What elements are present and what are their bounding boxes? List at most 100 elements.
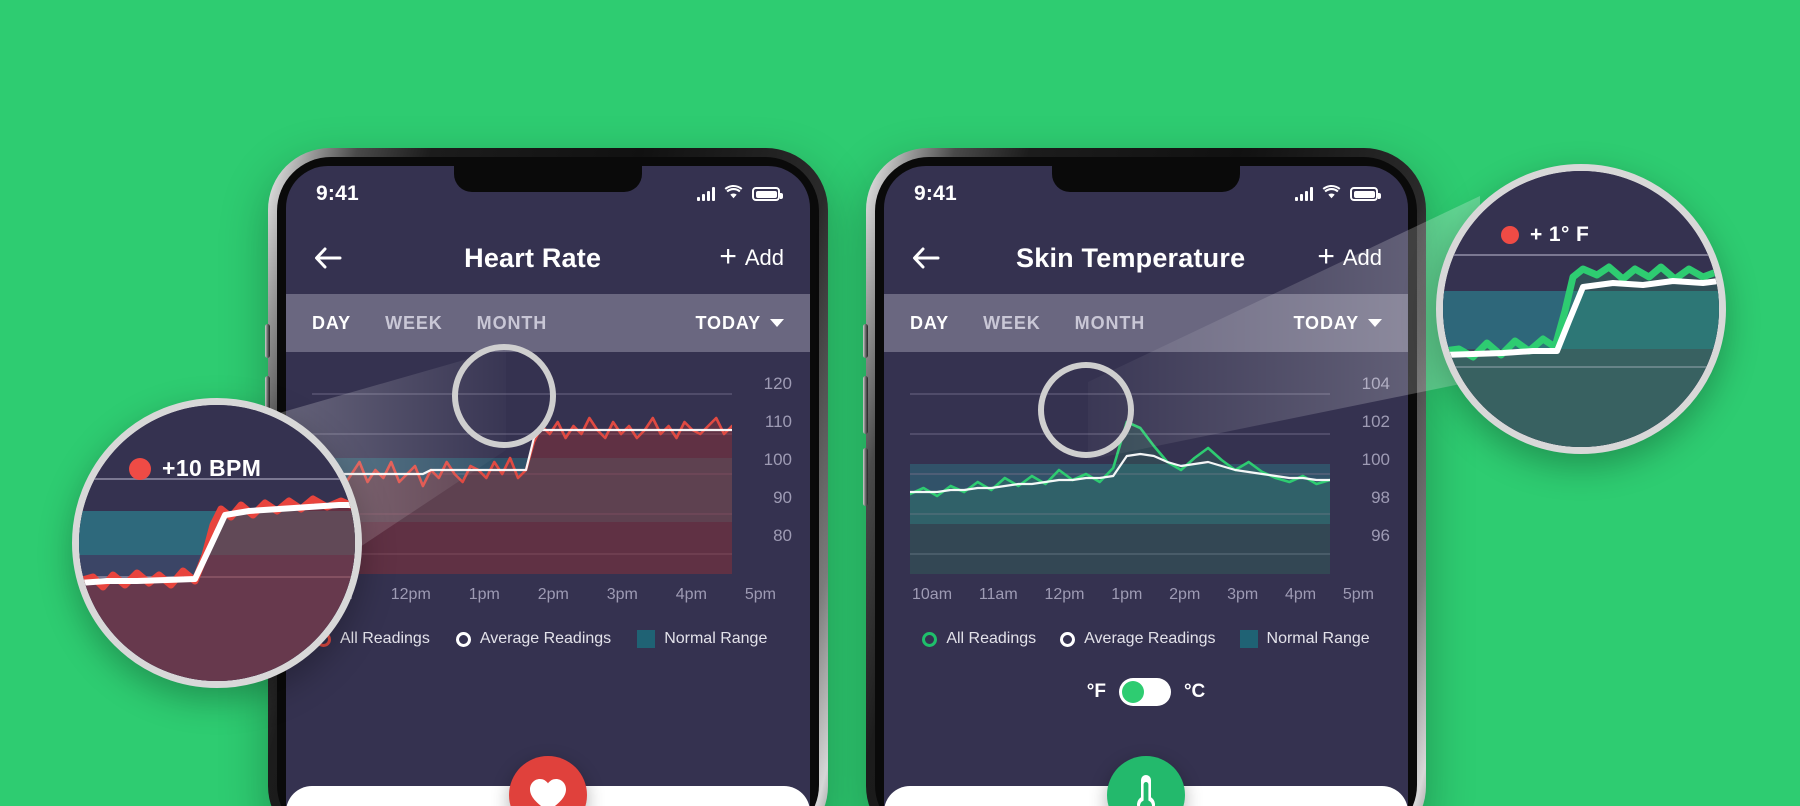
legend-marker-square-icon [1239, 630, 1258, 648]
x-tick: 2pm [537, 586, 569, 603]
tab-day[interactable]: DAY [312, 313, 351, 334]
legend-marker-ring-icon [455, 631, 471, 647]
phone-button-volume-down[interactable] [863, 448, 868, 506]
y-tick-104: 104 [1361, 374, 1390, 393]
tab-week[interactable]: WEEK [983, 313, 1041, 334]
x-tick: 2pm [1169, 586, 1201, 603]
legend-item-average-readings[interactable]: Average Readings [455, 630, 612, 648]
cellular-bars-icon [697, 187, 715, 201]
y-tick-120: 120 [763, 374, 792, 393]
magnifier-annotation-heart-rate: +10 BPM [129, 455, 261, 482]
battery-full-icon [752, 187, 783, 201]
back-arrow-icon[interactable] [910, 241, 944, 275]
legend-item-normal-range[interactable]: Normal Range [637, 630, 767, 648]
toggle-knob [1121, 681, 1144, 703]
heart-icon [530, 779, 566, 806]
legend-marker-square-icon [637, 630, 656, 648]
thermometer-icon [1137, 775, 1155, 806]
legend-item-average-readings[interactable]: Average Readings [1060, 630, 1216, 648]
notch [1052, 166, 1240, 192]
legend-item-normal-range[interactable]: Normal Range [1239, 630, 1370, 648]
plus-icon: + [719, 240, 737, 273]
y-tick-96: 96 [1371, 526, 1390, 545]
tab-bar: DAY WEEK MONTH TODAY [286, 294, 810, 352]
canvas: 9:41 Heart Rate + Add DAY WEEK MONTH TOD… [0, 0, 1800, 806]
phone-button-volume-up[interactable] [863, 376, 868, 434]
y-tick-102: 102 [1361, 412, 1390, 431]
range-selector-label: TODAY [1293, 312, 1359, 333]
range-selector-label: TODAY [695, 312, 761, 333]
legend-label: Average Readings [479, 630, 612, 647]
magnified-skin-temperature-chart [1443, 171, 1719, 447]
x-tick: 3pm [1227, 586, 1259, 603]
add-button-label: Add [1342, 245, 1382, 270]
y-tick-98: 98 [1371, 488, 1390, 507]
legend-marker-ring-icon [922, 631, 938, 647]
chevron-down-icon [1368, 319, 1382, 327]
status-time: 9:41 [914, 182, 957, 205]
annotation-dot-icon [1501, 226, 1519, 244]
unit-toggle-switch[interactable] [1118, 678, 1171, 706]
x-tick: 5pm [1342, 586, 1374, 603]
tab-group: DAY WEEK MONTH [910, 313, 1145, 334]
phone-skin-temperature: 9:41 Skin Temperature + Add DAY WEEK MON… [863, 148, 1426, 806]
y-axis-labels: 104 102 100 98 96 [1338, 364, 1394, 584]
x-tick: 5pm [744, 586, 776, 603]
legend-marker-ring-icon [1060, 631, 1076, 647]
magnifier-content [79, 405, 355, 681]
legend-label: All Readings [946, 630, 1037, 647]
thermometer-icon-fab-button[interactable] [1107, 756, 1185, 806]
notch [454, 166, 642, 192]
x-tick: 4pm [1284, 586, 1317, 603]
annotation-label: + 1° F [1530, 223, 1590, 246]
tab-month[interactable]: MONTH [477, 313, 548, 334]
tab-day[interactable]: DAY [910, 313, 949, 334]
x-tick: 12pm [390, 586, 431, 603]
magnifier-lens-heart-rate: +10 BPM [72, 398, 362, 688]
page-title: Skin Temperature [1016, 242, 1246, 273]
tab-group: DAY WEEK MONTH [312, 313, 547, 334]
add-button[interactable]: + Add [719, 240, 784, 273]
chart-plot-area: 104 102 100 98 96 [910, 374, 1394, 574]
wifi-icon [724, 184, 743, 204]
magnifier-lens-skin-temperature: + 1° F [1436, 164, 1726, 454]
x-tick: 1pm [468, 586, 500, 603]
chart-legend: All Readings Average Readings Normal Ran… [286, 604, 810, 648]
x-axis-labels: 11am 12pm 1pm 2pm 3pm 4pm 5pm [286, 574, 810, 604]
status-time: 9:41 [316, 182, 359, 205]
skin-temperature-line-chart [910, 393, 1330, 574]
unit-label-fahrenheit: °F [1086, 681, 1106, 702]
app-bar: Skin Temperature + Add [884, 222, 1408, 294]
battery-full-icon [1350, 187, 1381, 201]
phone-button-mute[interactable] [265, 324, 270, 358]
heart-rate-line-chart [312, 393, 732, 574]
magnifier-annotation-skin-temperature: + 1° F [1501, 223, 1589, 247]
annotation-label: +10 BPM [162, 455, 262, 481]
y-tick-90: 90 [773, 488, 792, 507]
y-tick-110: 110 [764, 412, 792, 431]
phone-button-mute[interactable] [863, 324, 868, 358]
tab-week[interactable]: WEEK [385, 313, 443, 334]
range-selector[interactable]: TODAY [1293, 313, 1382, 334]
tab-month[interactable]: MONTH [1075, 313, 1146, 334]
wifi-icon [1322, 184, 1341, 204]
back-arrow-icon[interactable] [312, 241, 346, 275]
legend-label: Average Readings [1084, 630, 1216, 647]
screen-heart-rate: 9:41 Heart Rate + Add DAY WEEK MONTH TOD… [286, 166, 810, 806]
x-tick: 4pm [675, 586, 707, 603]
add-button[interactable]: + Add [1317, 240, 1382, 273]
x-tick: 10am [912, 586, 953, 603]
y-tick-100: 100 [1361, 450, 1390, 469]
add-button-label: Add [744, 245, 784, 270]
y-tick-100: 100 [763, 450, 792, 469]
annotation-dot-icon [129, 457, 151, 480]
page-title: Heart Rate [464, 242, 602, 273]
plus-icon: + [1317, 240, 1335, 273]
x-tick: 11am [978, 586, 1018, 603]
heart-icon-fab-button[interactable] [509, 756, 587, 806]
legend-label: Normal Range [664, 630, 768, 647]
range-selector[interactable]: TODAY [695, 313, 784, 334]
x-tick: 3pm [606, 586, 638, 603]
cellular-bars-icon [1295, 187, 1313, 201]
legend-item-all-readings[interactable]: All Readings [922, 630, 1036, 648]
